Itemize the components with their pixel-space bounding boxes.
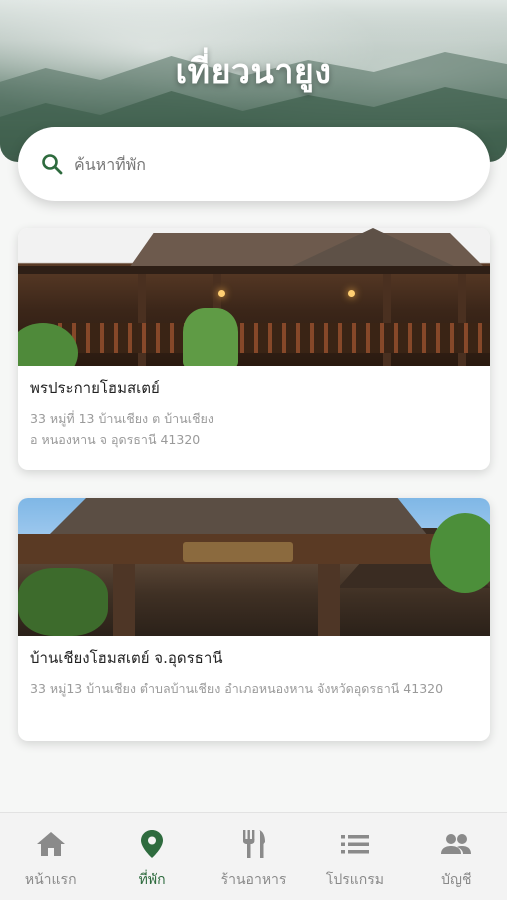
- listing-name: บ้านเชียงโฮมสเตย์ จ.อุดรธานี: [30, 649, 223, 667]
- home-icon: [36, 832, 65, 856]
- listing-address: 33 หมู่13 บ้านเชียง ตำบลบ้านเชียง อำเภอห…: [30, 681, 444, 696]
- listing-photo: [18, 498, 490, 636]
- list-icon: [340, 835, 369, 854]
- listing-address: 33 หมู่ที่ 13 บ้านเชียง ต บ้านเชียง: [30, 411, 214, 426]
- listing-card[interactable]: บ้านเชียงโฮมสเตย์ จ.อุดรธานี 33 หมู่13 บ…: [18, 498, 490, 741]
- tab-account[interactable]: บัญชี: [406, 813, 507, 900]
- tab-label: โปรแกรม: [325, 872, 385, 888]
- listing-name: พรประกายโฮมสเตย์: [30, 379, 160, 397]
- search-bar[interactable]: [18, 127, 490, 201]
- search-icon: [42, 154, 63, 175]
- page-title: เที่ยวนายูง: [175, 52, 332, 92]
- location-pin-icon: [141, 830, 164, 858]
- tab-label: หน้าแรก: [24, 872, 77, 888]
- listing-card[interactable]: พรประกายโฮมสเตย์ 33 หมู่ที่ 13 บ้านเชียง…: [18, 228, 490, 470]
- tab-label: ที่พัก: [138, 872, 166, 888]
- listing-address: อ หนองหาน จ อุดรธานี 41320: [30, 432, 201, 447]
- tab-label: บัญชี: [441, 872, 472, 888]
- tab-restaurants[interactable]: ร้านอาหาร: [203, 813, 304, 900]
- fork-knife-icon: [242, 830, 265, 858]
- tab-home[interactable]: หน้าแรก: [0, 813, 101, 900]
- tab-accommodation[interactable]: ที่พัก: [101, 813, 202, 900]
- listing-photo: [18, 228, 490, 366]
- tab-program[interactable]: โปรแกรม: [304, 813, 405, 900]
- people-icon: [441, 834, 472, 854]
- tab-label: ร้านอาหาร: [220, 872, 287, 888]
- bottom-tab-bar: หน้าแรก ที่พัก ร้านอาหาร โปรแกรม บัญชี: [0, 812, 507, 900]
- search-input[interactable]: [74, 154, 454, 174]
